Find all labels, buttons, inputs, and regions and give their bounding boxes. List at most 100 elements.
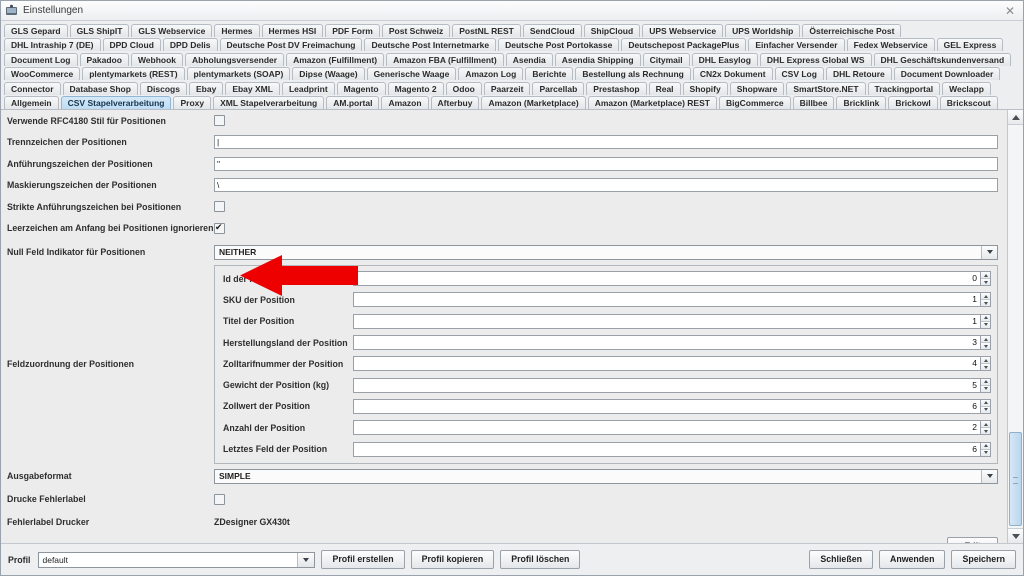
tab-database-shop[interactable]: Database Shop xyxy=(62,81,138,95)
scroll-down-button[interactable] xyxy=(1008,528,1023,543)
tab-amazon-fba-fulfillment[interactable]: Amazon FBA (Fulfillment) xyxy=(386,52,504,66)
tab-dhl-easylog[interactable]: DHL Easylog xyxy=(691,52,758,66)
close-icon[interactable]: ✕ xyxy=(999,2,1021,19)
tab-weclapp[interactable]: Weclapp xyxy=(942,81,991,95)
tab-hermes-hsi[interactable]: Hermes HSI xyxy=(261,23,324,37)
edit-button[interactable]: Edit xyxy=(947,537,998,543)
close-button[interactable]: Schließen xyxy=(809,550,873,569)
spinner-buttons[interactable] xyxy=(980,441,991,457)
tab-asendia[interactable]: Asendia xyxy=(505,52,553,66)
mapping-spinner[interactable]: 5 xyxy=(353,377,991,393)
tab-ups-webservice[interactable]: UPS Webservice xyxy=(642,23,724,37)
tab-real[interactable]: Real xyxy=(648,81,681,95)
tab-hermes[interactable]: Hermes xyxy=(214,23,260,37)
tab-deutsche-post-internetmarke[interactable]: Deutsche Post Internetmarke xyxy=(364,38,497,51)
tab-cn2x-dokument[interactable]: CN2x Dokument xyxy=(692,67,773,80)
spinner-increment-button[interactable] xyxy=(981,442,990,450)
spinner-decrement-button[interactable] xyxy=(981,343,990,350)
tab-sendcloud[interactable]: SendCloud xyxy=(522,23,582,37)
spinner-increment-button[interactable] xyxy=(981,421,990,429)
tab-gls-webservice[interactable]: GLS Webservice xyxy=(131,23,213,37)
tab-einfacher-versender[interactable]: Einfacher Versender xyxy=(748,38,845,51)
tab-abholungsversender[interactable]: Abholungsversender xyxy=(185,52,285,66)
tab-amazon-marketplace-rest[interactable]: Amazon (Marketplace) REST xyxy=(587,96,717,109)
spinner-buttons[interactable] xyxy=(980,356,991,372)
spinner-buttons[interactable] xyxy=(980,398,991,414)
spinner-increment-button[interactable] xyxy=(981,272,990,280)
tab-brickowl[interactable]: Brickowl xyxy=(888,96,938,109)
spinner-decrement-button[interactable] xyxy=(981,406,990,413)
tab-pdf-form[interactable]: PDF Form xyxy=(325,23,380,37)
copy-profile-button[interactable]: Profil kopieren xyxy=(410,550,495,569)
chevron-down-icon[interactable] xyxy=(981,245,997,259)
tab-bricklink[interactable]: Bricklink xyxy=(836,96,887,109)
tab-csv-stapelverarbeitung[interactable]: CSV Stapelverarbeitung xyxy=(60,96,172,109)
tab-dhl-retoure[interactable]: DHL Retoure xyxy=(825,67,892,80)
spinner-increment-button[interactable] xyxy=(981,293,990,301)
checkbox-strict-quotes[interactable] xyxy=(214,201,225,213)
tab-dpd-cloud[interactable]: DPD Cloud xyxy=(102,38,161,51)
tab-trackingportal[interactable]: Trackingportal xyxy=(867,81,941,95)
mapping-spinner[interactable]: 2 xyxy=(353,420,991,436)
tab-document-downloader[interactable]: Document Downloader xyxy=(893,67,1001,80)
null-indicator-select[interactable]: NEITHER xyxy=(214,244,998,260)
tab-shopware[interactable]: Shopware xyxy=(729,81,785,95)
mapping-spinner[interactable]: 0 xyxy=(353,271,991,287)
tab-sterreichische-post[interactable]: Österreichische Post xyxy=(802,23,902,37)
tab-ups-worldship[interactable]: UPS Worldship xyxy=(725,23,801,37)
mapping-value-input[interactable]: 6 xyxy=(353,398,980,414)
tab-shopify[interactable]: Shopify xyxy=(682,81,728,95)
mapping-value-input[interactable]: 4 xyxy=(353,356,980,372)
spinner-increment-button[interactable] xyxy=(981,314,990,322)
tab-bigcommerce[interactable]: BigCommerce xyxy=(718,96,791,109)
tab-xml-stapelverarbeitung[interactable]: XML Stapelverarbeitung xyxy=(213,96,325,109)
spinner-decrement-button[interactable] xyxy=(981,385,990,392)
escape-input[interactable]: \ xyxy=(214,178,998,193)
checkbox-ignore-leading-whitespace[interactable] xyxy=(214,222,225,234)
checkbox-print-error-label[interactable] xyxy=(214,493,225,505)
tab-asendia-shipping[interactable]: Asendia Shipping xyxy=(554,52,641,66)
spinner-increment-button[interactable] xyxy=(981,399,990,407)
mapping-spinner[interactable]: 4 xyxy=(353,356,991,372)
tab-magento[interactable]: Magento xyxy=(336,81,386,95)
profile-select[interactable]: default xyxy=(38,551,316,568)
tab-gls-gepard[interactable]: GLS Gepard xyxy=(4,23,68,37)
tab-bestellung-als-rechnung[interactable]: Bestellung als Rechnung xyxy=(575,67,691,80)
scroll-up-button[interactable] xyxy=(1008,110,1023,125)
tab-fedex-webservice[interactable]: Fedex Webservice xyxy=(846,38,935,51)
tab-deutschepost-packageplus[interactable]: Deutschepost PackagePlus xyxy=(621,38,747,51)
tab-dhl-intraship-7-de[interactable]: DHL Intraship 7 (DE) xyxy=(4,38,101,51)
delete-profile-button[interactable]: Profil löschen xyxy=(500,550,581,569)
checkbox-rfc4180[interactable] xyxy=(214,115,225,127)
spinner-buttons[interactable] xyxy=(980,313,991,329)
spinner-buttons[interactable] xyxy=(980,271,991,287)
tab-ebay-xml[interactable]: Ebay XML xyxy=(225,81,280,95)
tab-allgemein[interactable]: Allgemein xyxy=(4,96,59,109)
tab-smartstore-net[interactable]: SmartStore.NET xyxy=(786,81,866,95)
vertical-scrollbar[interactable] xyxy=(1007,110,1023,543)
mapping-value-input[interactable]: 5 xyxy=(353,377,980,393)
tab-amazon[interactable]: Amazon xyxy=(381,96,429,109)
tab-dhl-gesch-ftskundenversand[interactable]: DHL Geschäftskundenversand xyxy=(873,52,1012,66)
mapping-value-input[interactable]: 3 xyxy=(353,335,980,351)
tab-dpd-delis[interactable]: DPD Delis xyxy=(162,38,218,51)
tab-magento-2[interactable]: Magento 2 xyxy=(387,81,444,95)
tab-gel-express[interactable]: GEL Express xyxy=(936,38,1004,51)
output-format-select[interactable]: SIMPLE xyxy=(214,468,998,484)
tab-leadprint[interactable]: Leadprint xyxy=(281,81,335,95)
tab-paarzeit[interactable]: Paarzeit xyxy=(483,81,531,95)
tab-citymail[interactable]: Citymail xyxy=(642,52,690,66)
tab-parcellab[interactable]: Parcellab xyxy=(532,81,585,95)
spinner-buttons[interactable] xyxy=(980,292,991,308)
tab-afterbuy[interactable]: Afterbuy xyxy=(430,96,480,109)
spinner-decrement-button[interactable] xyxy=(981,449,990,456)
chevron-down-icon[interactable] xyxy=(981,469,997,483)
mapping-spinner[interactable]: 3 xyxy=(353,335,991,351)
tab-billbee[interactable]: Billbee xyxy=(792,96,835,109)
scrollbar-thumb[interactable] xyxy=(1009,432,1022,526)
tab-proxy[interactable]: Proxy xyxy=(173,96,212,109)
tab-amazon-marketplace[interactable]: Amazon (Marketplace) xyxy=(481,96,586,109)
mapping-value-input[interactable]: 1 xyxy=(353,292,980,308)
spinner-decrement-button[interactable] xyxy=(981,321,990,328)
spinner-buttons[interactable] xyxy=(980,377,991,393)
